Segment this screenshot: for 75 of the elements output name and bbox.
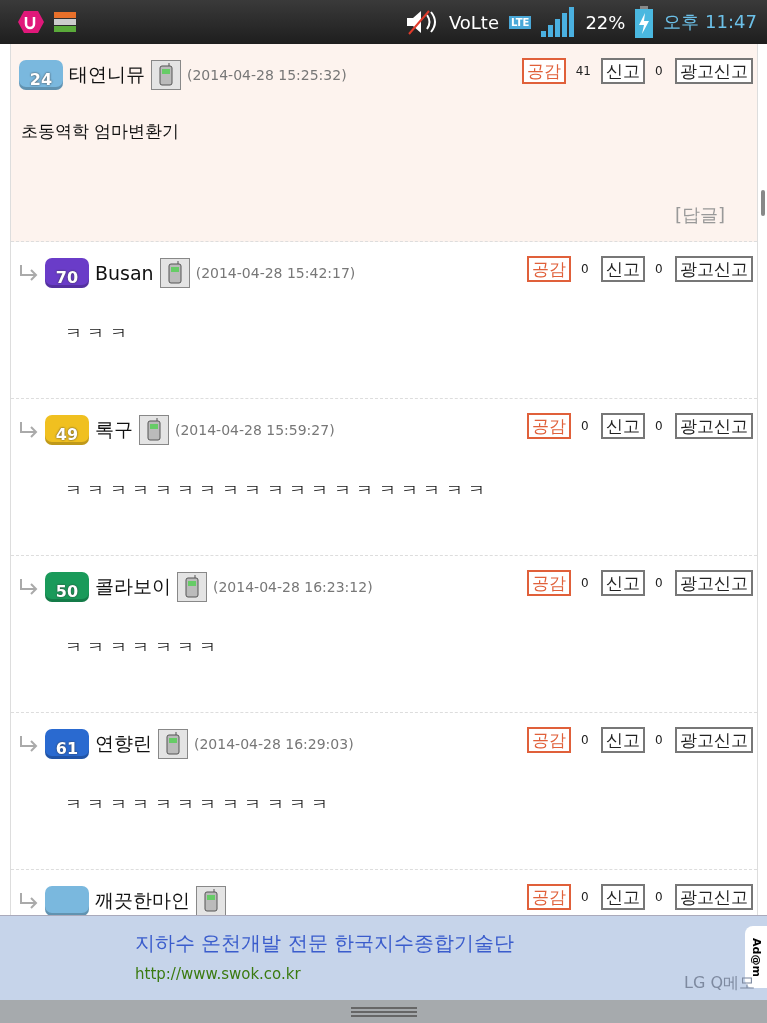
drag-handle-icon[interactable] bbox=[350, 1005, 417, 1018]
level-number: 70 bbox=[55, 268, 79, 288]
muted-speaker-icon bbox=[404, 9, 439, 35]
report-count: 0 bbox=[655, 576, 664, 590]
user-name[interactable]: 록구 bbox=[95, 417, 133, 443]
report-button[interactable]: 신고 bbox=[601, 58, 645, 84]
like-count: 0 bbox=[581, 890, 590, 904]
comment-text: 초동역학 엄마변환기 bbox=[21, 120, 181, 143]
scrollbar bbox=[761, 190, 765, 216]
like-button[interactable]: 공감 bbox=[527, 413, 571, 439]
user-name[interactable]: 태연니뮤 bbox=[69, 62, 145, 88]
report-count: 0 bbox=[655, 890, 664, 904]
comment-text: ㅋ ㅋ ㅋ ㅋ ㅋ ㅋ ㅋ ㅋ ㅋ ㅋ ㅋ ㅋ bbox=[65, 793, 330, 816]
report-count: 0 bbox=[655, 733, 664, 747]
phone-icon bbox=[158, 729, 188, 759]
like-count: 0 bbox=[581, 576, 590, 590]
ad-banner[interactable]: 지하수 온천개발 전문 한국지수종합기술단 http://www.swok.co.kr Ad@m LG Q메모 bbox=[0, 915, 767, 1000]
level-number: 49 bbox=[55, 425, 79, 445]
report-count: 0 bbox=[655, 262, 664, 276]
like-button[interactable]: 공감 bbox=[527, 570, 571, 596]
comment-date: (2014-04-28 15:42:17) bbox=[195, 265, 356, 281]
comment-date: (2014-04-28 15:59:27) bbox=[175, 422, 335, 438]
reply-arrow-icon bbox=[19, 579, 39, 595]
battery-charging-icon bbox=[635, 6, 654, 38]
ad-title[interactable]: 지하수 온천개발 전문 한국지수종합기술단 bbox=[135, 930, 515, 957]
phone-icon bbox=[139, 415, 169, 445]
carrier-logo-icon bbox=[18, 10, 44, 34]
comment-text: ㅋ ㅋ ㅋ bbox=[65, 322, 128, 345]
report-button[interactable]: 신고 bbox=[601, 413, 645, 439]
level-number: 61 bbox=[55, 739, 79, 759]
phone-icon bbox=[177, 572, 207, 602]
user-name[interactable]: 깨끗한마인 bbox=[95, 888, 190, 914]
signal-icon bbox=[541, 7, 576, 37]
like-count: 0 bbox=[581, 419, 590, 433]
level-number: 24 bbox=[29, 70, 53, 90]
comment-text: ㅋ ㅋ ㅋ ㅋ ㅋ ㅋ ㅋ bbox=[65, 636, 218, 659]
level-number: 50 bbox=[55, 582, 79, 602]
comment-date: (2014-04-28 16:29:03) bbox=[194, 736, 354, 752]
clock: 오후 11:47 bbox=[663, 10, 757, 34]
reply-arrow-icon bbox=[19, 422, 39, 438]
report-button[interactable]: 신고 bbox=[601, 727, 645, 753]
phone-icon bbox=[151, 60, 181, 90]
report-count: 0 bbox=[655, 419, 664, 433]
ad-report-button[interactable]: 광고신고 bbox=[675, 413, 753, 439]
lte-label: LTE bbox=[509, 15, 532, 29]
report-button[interactable]: 신고 bbox=[601, 256, 645, 282]
like-button[interactable]: 공감 bbox=[527, 256, 571, 282]
reply-arrow-icon bbox=[19, 893, 39, 909]
ad-url[interactable]: http://www.swok.co.kr bbox=[135, 965, 301, 983]
ad-report-button[interactable]: 광고신고 bbox=[675, 884, 753, 910]
like-count: 41 bbox=[575, 64, 591, 78]
ad-report-button[interactable]: 광고신고 bbox=[675, 256, 753, 282]
report-button[interactable]: 신고 bbox=[601, 884, 645, 910]
volte-label: VoLte bbox=[448, 11, 499, 33]
ad-report-button[interactable]: 광고신고 bbox=[675, 727, 753, 753]
notification-icon bbox=[54, 12, 76, 32]
like-button[interactable]: 공감 bbox=[527, 884, 571, 910]
like-count: 0 bbox=[581, 733, 590, 747]
user-name[interactable]: 콜라보이 bbox=[95, 574, 171, 600]
report-count: 0 bbox=[655, 64, 664, 78]
comment-text: ㅋ ㅋ ㅋ ㅋ ㅋ ㅋ ㅋ ㅋ ㅋ ㅋ ㅋ ㅋ ㅋ ㅋ ㅋ ㅋ ㅋ ㅋ ㅋ bbox=[65, 479, 487, 502]
phone-icon bbox=[159, 258, 190, 288]
reply-arrow-icon bbox=[19, 265, 39, 281]
user-name[interactable]: 연향린 bbox=[95, 731, 152, 757]
like-button[interactable]: 공감 bbox=[521, 58, 566, 84]
battery-percent: 22% bbox=[585, 11, 626, 33]
user-name[interactable]: Busan bbox=[95, 262, 154, 284]
report-button[interactable]: 신고 bbox=[601, 570, 645, 596]
reply-arrow-icon bbox=[19, 736, 39, 752]
comment-date: (2014-04-28 15:25:32) bbox=[187, 67, 347, 83]
like-button[interactable]: 공감 bbox=[527, 727, 571, 753]
ad-report-button[interactable]: 광고신고 bbox=[675, 570, 753, 596]
like-count: 0 bbox=[581, 262, 590, 276]
comment-date: (2014-04-28 16:23:12) bbox=[213, 579, 373, 595]
ad-report-button[interactable]: 광고신고 bbox=[675, 58, 753, 84]
